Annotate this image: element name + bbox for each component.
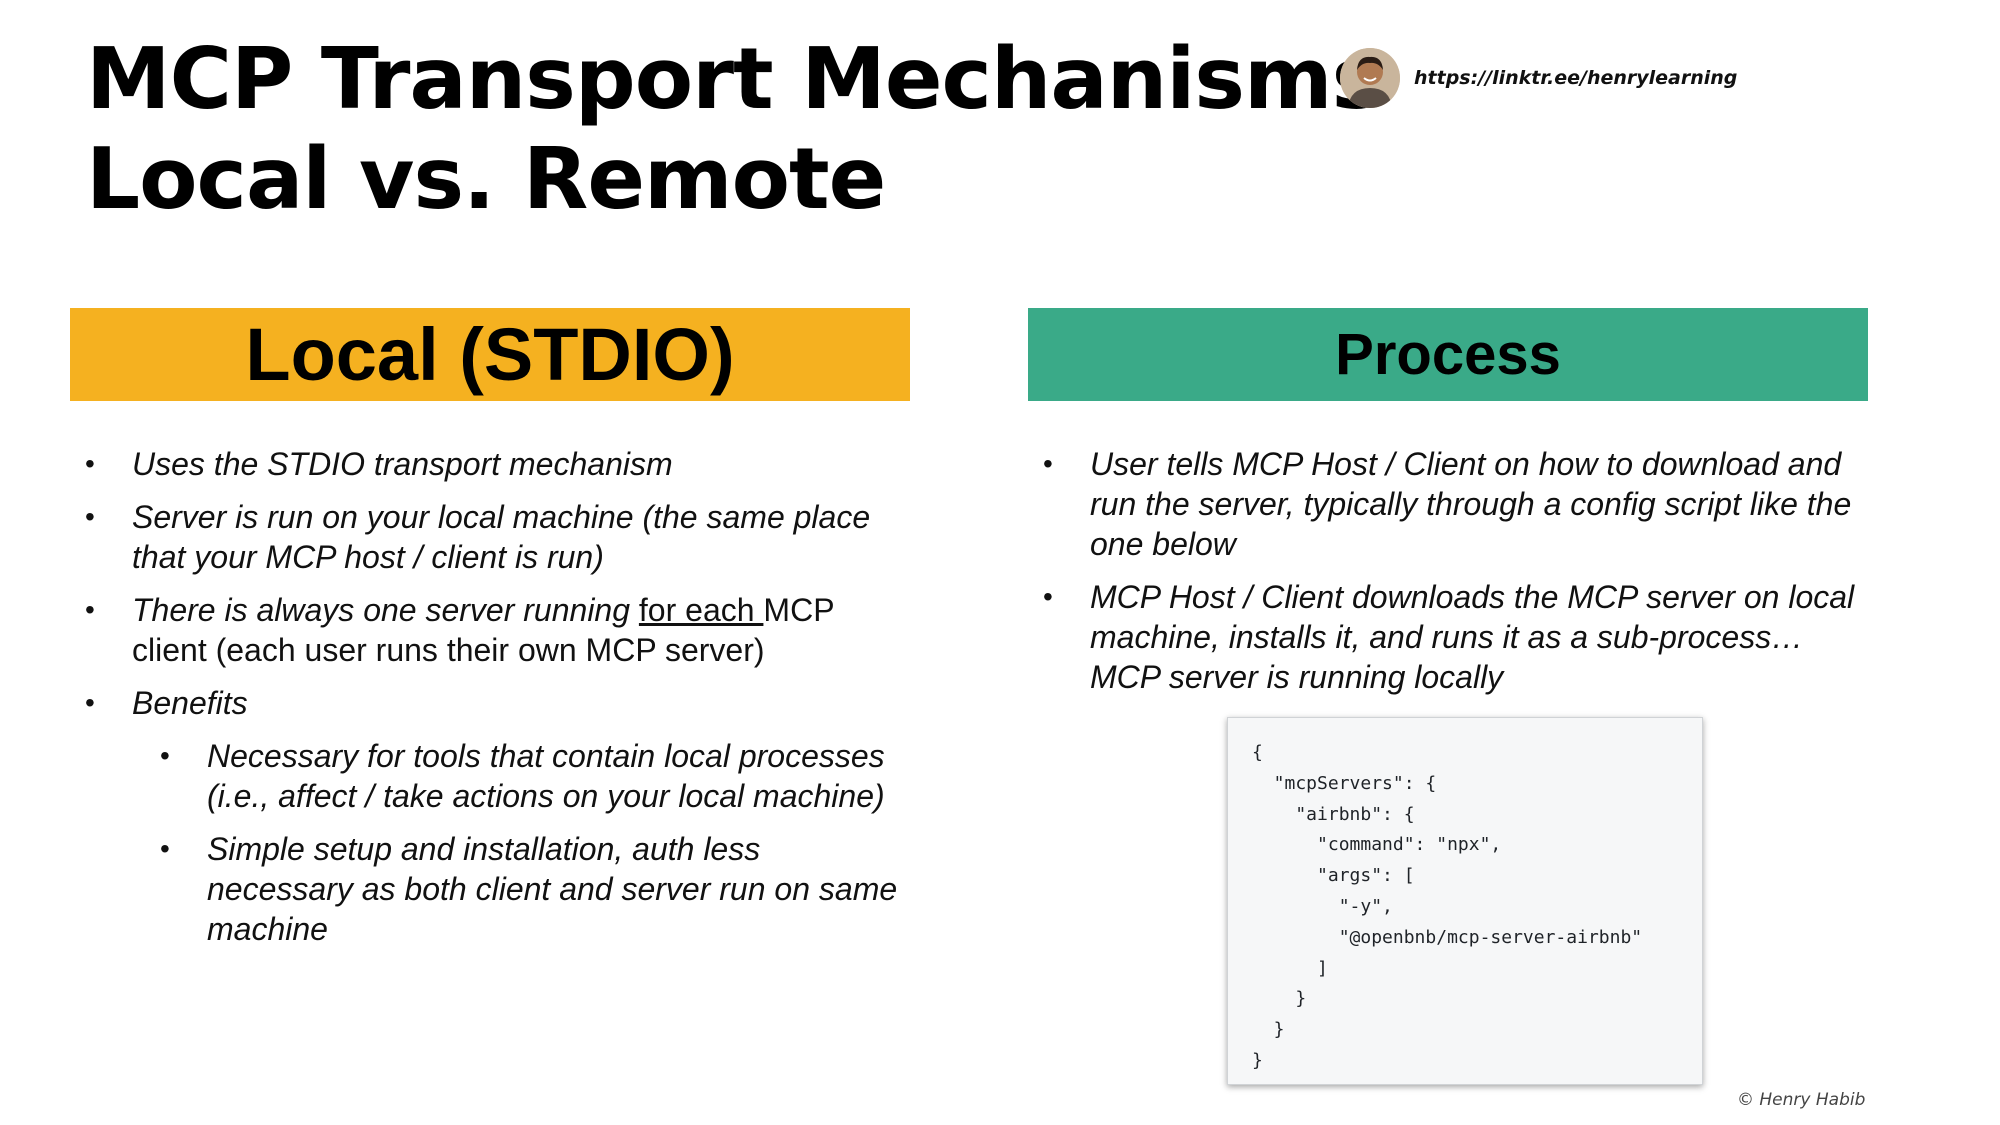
benefits-sub-list: Necessary for tools that contain local p… xyxy=(160,736,905,949)
code-line: { xyxy=(1252,742,1263,763)
local-stdio-banner: Local (STDIO) xyxy=(70,308,910,401)
code-line: "command": "npx", xyxy=(1252,834,1502,856)
title-line-2: Local vs. Remote xyxy=(86,130,886,229)
code-line: "mcpServers": { xyxy=(1252,772,1437,794)
code-line: "@openbnb/mcp-server-airbnb" xyxy=(1252,926,1643,948)
code-line: } xyxy=(1252,1049,1263,1071)
benefits-label: Benefits xyxy=(132,685,248,721)
code-line: ] xyxy=(1252,957,1328,979)
list-item: MCP Host / Client downloads the MCP serv… xyxy=(1043,577,1863,697)
list-item: Necessary for tools that contain local p… xyxy=(160,736,905,816)
page-title: MCP Transport Mechanisms Local vs. Remot… xyxy=(86,30,1382,230)
title-line-1: MCP Transport Mechanisms xyxy=(86,30,1382,129)
list-item: Server is run on your local machine (the… xyxy=(85,497,905,577)
code-line: } xyxy=(1252,1019,1285,1041)
code-line: } xyxy=(1252,988,1307,1010)
bullet-italic-part: There is always one server running xyxy=(132,592,639,628)
list-item-benefits: Benefits Necessary for tools that contai… xyxy=(85,683,905,949)
code-line: "args": [ xyxy=(1252,865,1415,887)
copyright-notice: © Henry Habib xyxy=(1737,1090,1866,1110)
author-link[interactable]: https://linktr.ee/henrylearning xyxy=(1414,67,1737,89)
local-bullet-list: Uses the STDIO transport mechanism Serve… xyxy=(85,444,905,962)
code-line: "-y", xyxy=(1252,895,1393,917)
person-avatar-icon xyxy=(1340,48,1400,108)
code-line: "airbnb": { xyxy=(1252,803,1415,825)
list-item: Simple setup and installation, auth less… xyxy=(160,829,905,949)
list-item: There is always one server running for e… xyxy=(85,590,905,670)
process-bullet-list: User tells MCP Host / Client on how to d… xyxy=(1043,444,1863,710)
list-item: Uses the STDIO transport mechanism xyxy=(85,444,905,484)
bullet-underlined-part: for each xyxy=(638,592,764,628)
list-item: User tells MCP Host / Client on how to d… xyxy=(1043,444,1863,564)
process-banner: Process xyxy=(1028,308,1868,401)
author-block: https://linktr.ee/henrylearning xyxy=(1340,48,1737,108)
config-code-block: { "mcpServers": { "airbnb": { "command":… xyxy=(1227,717,1703,1085)
